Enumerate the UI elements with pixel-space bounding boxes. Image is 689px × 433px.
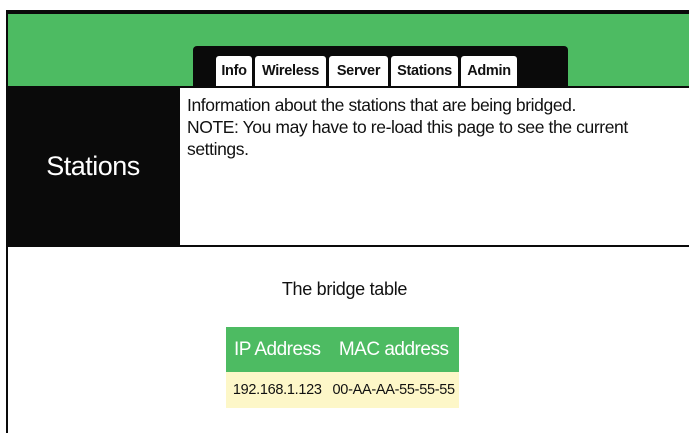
info-description: Information about the stations that are … (187, 95, 576, 115)
tab-admin[interactable]: Admin (461, 56, 517, 86)
tab-info[interactable]: Info (216, 56, 252, 86)
cell-ip-address: 192.168.1.123 (226, 372, 329, 408)
info-panel: Information about the stations that are … (180, 88, 689, 245)
table-row: 192.168.1.123 00-AA-AA-55-55-55 (226, 372, 459, 408)
page-title: Stations (46, 151, 140, 181)
column-header-mac: MAC address (328, 327, 459, 372)
tab-server[interactable]: Server (329, 56, 388, 86)
table-header-row: IP Address MAC address (226, 327, 459, 372)
bridge-table: IP Address MAC address 192.168.1.123 00-… (226, 327, 459, 408)
cell-mac-address: 00-AA-AA-55-55-55 (328, 372, 459, 408)
bridge-table-title: The bridge table (281, 279, 408, 299)
tab-stations[interactable]: Stations (391, 56, 458, 86)
info-note: NOTE: You may have to re-load this page … (187, 117, 628, 159)
tab-wireless[interactable]: Wireless (255, 56, 326, 86)
column-header-ip: IP Address (226, 327, 329, 372)
